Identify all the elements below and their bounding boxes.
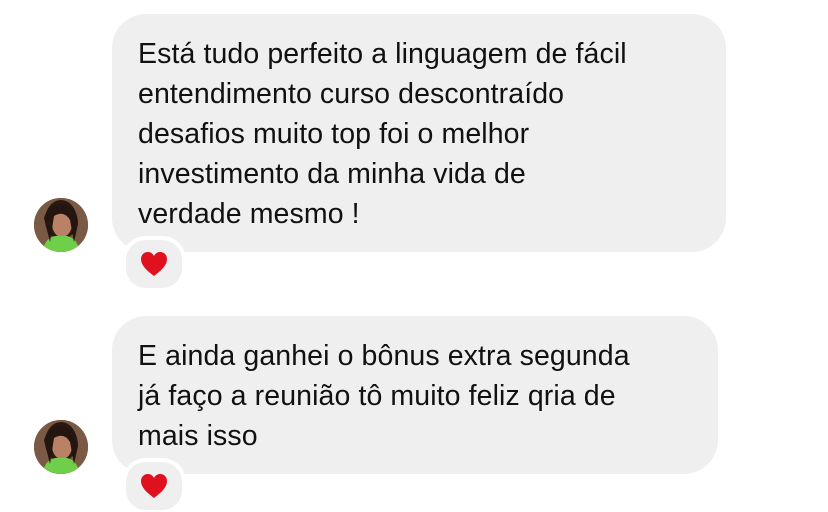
message-bubble[interactable]: Está tudo perfeito a linguagem de fácil … [112, 14, 726, 252]
message-text-line: já faço a reunião tô muito feliz qria de [138, 380, 616, 412]
avatar[interactable] [34, 198, 88, 252]
message-text-line: desafios muito top foi o melhor [138, 118, 530, 150]
message-text-line: Está tudo perfeito a linguagem de fácil [138, 38, 627, 70]
message-text-line: E ainda ganhei o bônus extra segunda [138, 340, 630, 372]
heart-icon [141, 474, 167, 498]
heart-icon [141, 252, 167, 276]
reaction-badge[interactable] [122, 236, 186, 292]
reaction-badge[interactable] [122, 458, 186, 512]
message-text-line: investimento da minha vida de [138, 158, 526, 190]
avatar[interactable] [34, 420, 88, 474]
message-text-line: entendimento curso descontraído [138, 78, 565, 110]
message-bubble[interactable]: E ainda ganhei o bônus extra segunda já … [112, 316, 718, 474]
message-text-line: verdade mesmo ! [138, 198, 360, 230]
message-text-line: mais isso [138, 420, 258, 452]
